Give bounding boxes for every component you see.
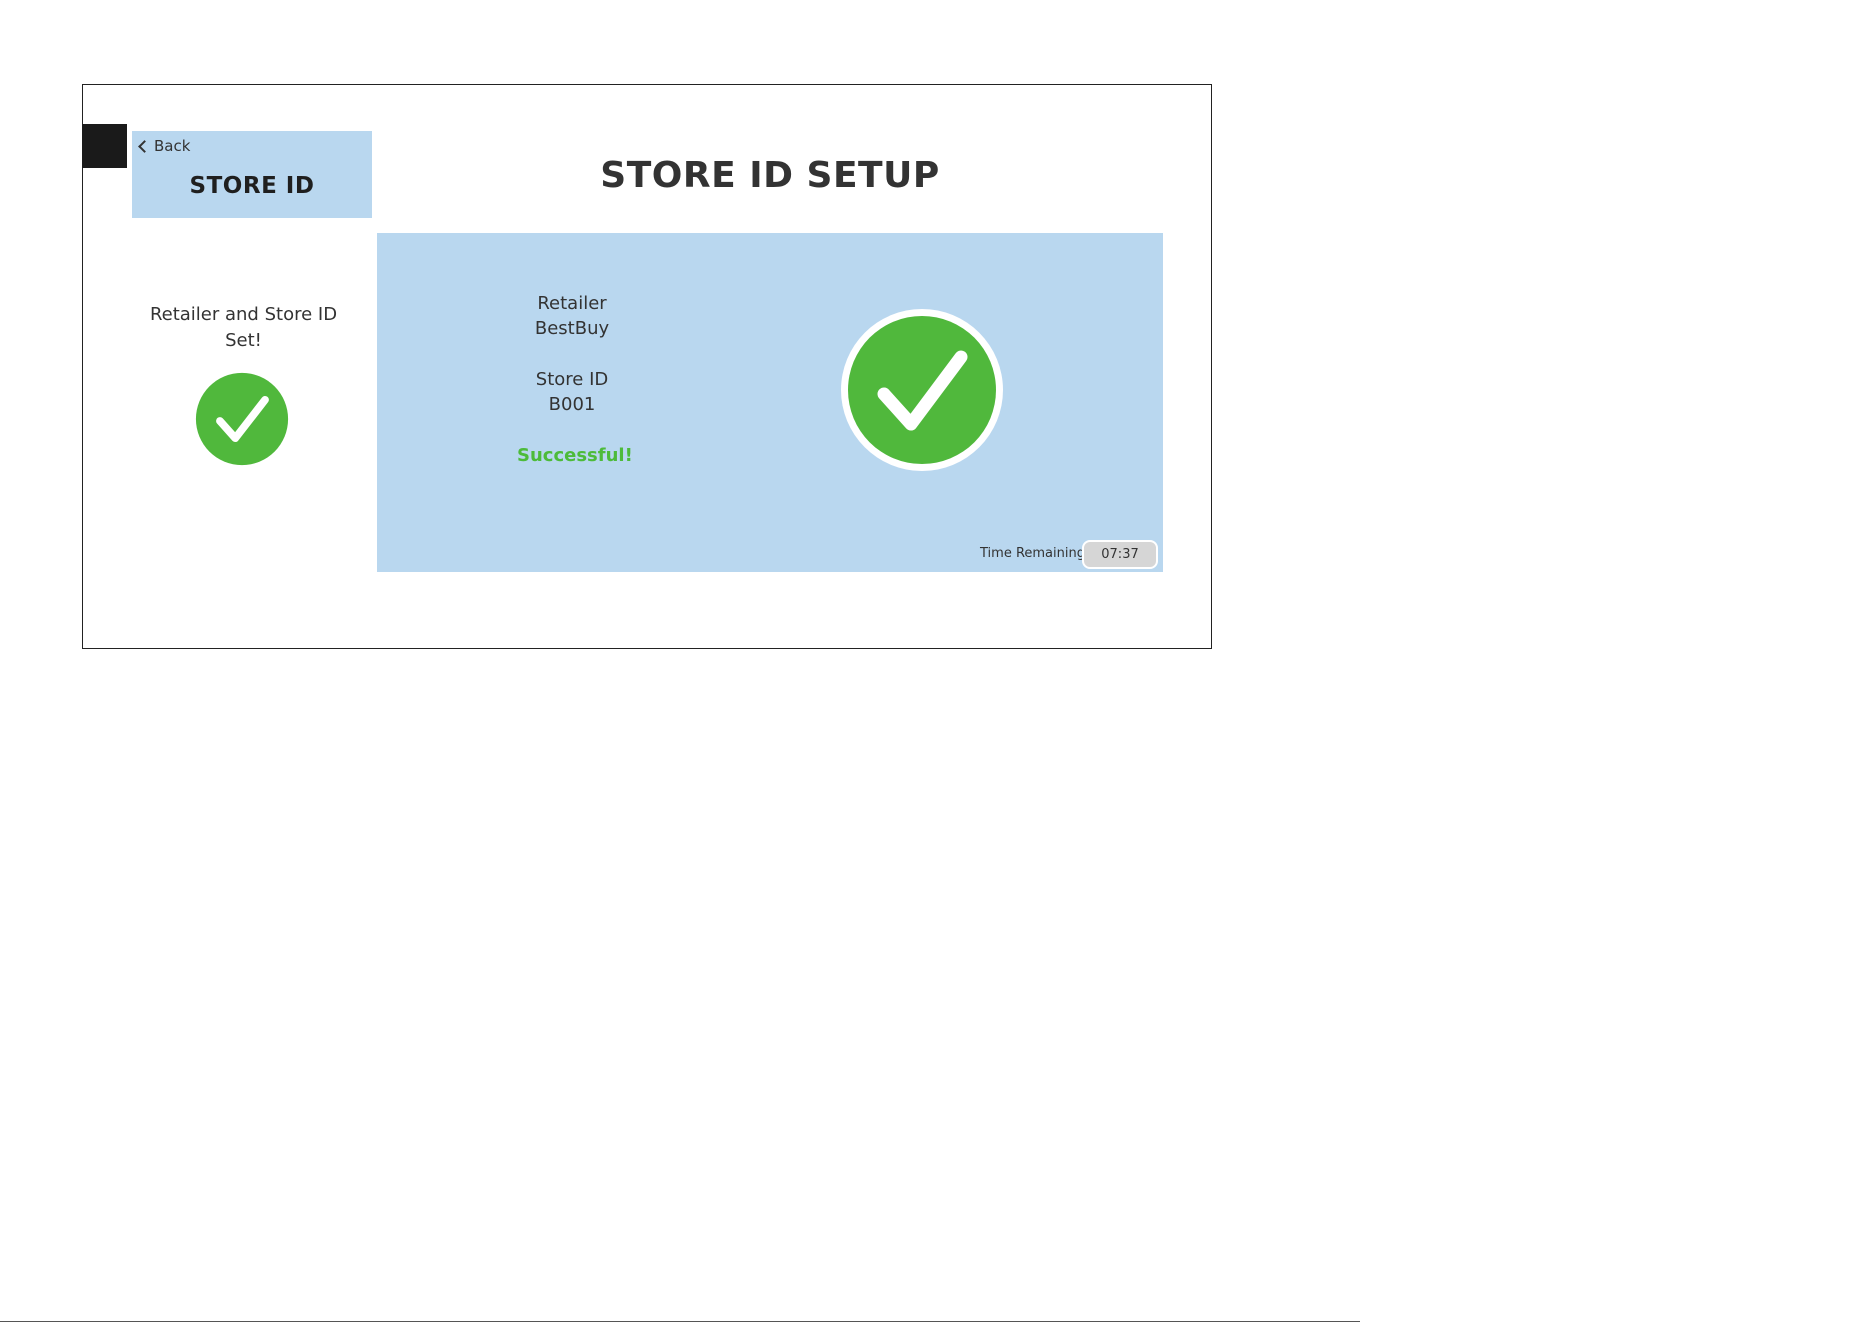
sidebar-message-line1: Retailer and Store ID [149, 304, 338, 325]
time-remaining-label: Time Remaining: [980, 546, 1090, 561]
sidebar-header: Back STORE ID [132, 131, 372, 218]
sidebar-status-message: Retailer and Store ID Set! [132, 302, 355, 354]
sidebar-body: Retailer and Store ID Set! [132, 218, 372, 572]
check-circle-icon [841, 309, 1003, 471]
back-button[interactable]: Back [137, 137, 190, 155]
main-panel: Retailer BestBuy Store ID B001 Successfu… [377, 233, 1163, 572]
sidebar-title: STORE ID [189, 173, 315, 199]
sidebar-message-line2: Set! [225, 330, 262, 351]
back-label: Back [154, 137, 191, 155]
page: Back STORE ID Retailer and Store ID Set!… [0, 0, 1870, 1323]
retailer-value: BestBuy [534, 318, 610, 339]
page-title: STORE ID SETUP [600, 155, 940, 196]
time-remaining-value: 07:37 [1082, 540, 1158, 569]
retailer-label: Retailer [537, 293, 607, 314]
store-id-label: Store ID [535, 369, 609, 390]
black-tab-marker [82, 124, 127, 168]
success-status: Successful! [517, 445, 633, 466]
check-circle-icon [195, 372, 289, 466]
store-id-value: B001 [548, 394, 596, 415]
store-info: Retailer BestBuy Store ID B001 Successfu… [517, 291, 633, 468]
bottom-divider [0, 1321, 1360, 1322]
chevron-left-icon [138, 139, 151, 153]
